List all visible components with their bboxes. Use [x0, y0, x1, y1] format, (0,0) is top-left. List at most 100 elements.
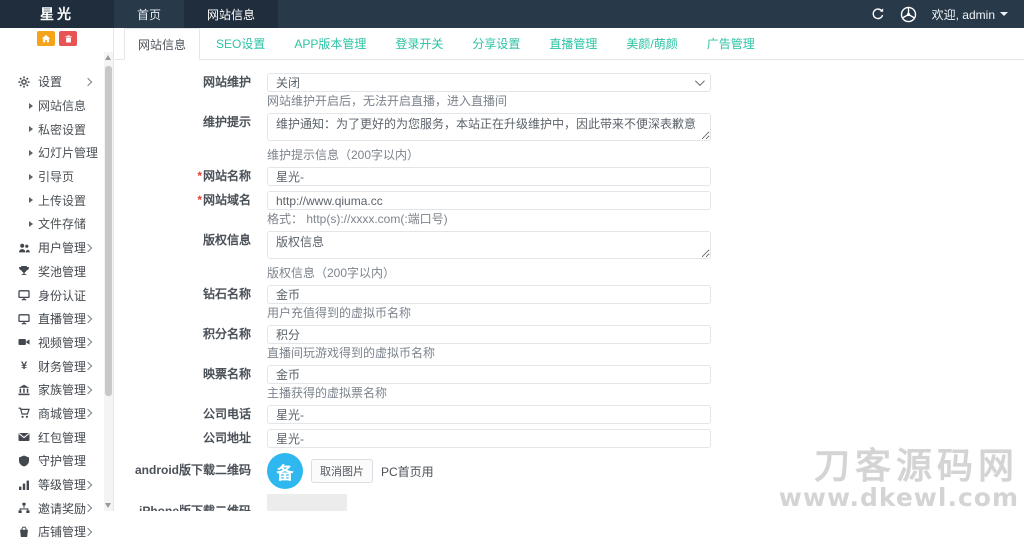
sidebar-item-slideshow[interactable]: 幻灯片管理: [0, 141, 103, 165]
required-marker: *: [197, 169, 202, 183]
tab-beauty[interactable]: 美颜/萌颜: [613, 28, 690, 59]
company-phone-input[interactable]: [267, 405, 711, 424]
sidebar-item-label: 商城管理: [38, 406, 87, 421]
points-name-input[interactable]: [267, 325, 711, 344]
yen-icon: ¥: [20, 360, 28, 373]
field-label: 网站维护: [202, 75, 251, 89]
tab-ad-management[interactable]: 广告管理: [694, 28, 768, 59]
welcome-text: 欢迎, admin: [931, 7, 995, 22]
field-label: *网站域名: [197, 193, 251, 207]
sidebar-item-label: 引导页: [38, 170, 75, 185]
triangle-icon: [29, 220, 33, 227]
tab-share-settings[interactable]: 分享设置: [459, 28, 533, 59]
trophy-icon: [17, 265, 31, 277]
qr-usage-note: PC首页用: [381, 464, 434, 479]
triangle-icon: [29, 126, 33, 133]
form-row-company-phone: 公司电话: [115, 405, 1024, 424]
top-menu-item-home[interactable]: 首页: [114, 0, 184, 28]
sidebar-item-video-management[interactable]: 视频管理: [0, 331, 103, 355]
form-row-points-name: 积分名称 直播间玩游戏得到的虚拟币名称: [115, 325, 1024, 360]
tab-app-version[interactable]: APP版本管理: [281, 28, 379, 59]
cart-icon: [17, 407, 31, 419]
form-row-copyright: 版权信息 版权信息 版权信息（200字以内）: [115, 231, 1024, 280]
company-address-input[interactable]: [267, 429, 711, 448]
sidebar-item-label: 守护管理: [38, 454, 87, 469]
form-row-site-name: *网站名称: [115, 167, 1024, 186]
field-help: 主播获得的虚拟票名称: [267, 386, 388, 400]
tab-seo-settings[interactable]: SEO设置: [203, 28, 278, 59]
sidebar-item-file-storage[interactable]: 文件存储: [0, 212, 103, 236]
android-qr-thumbnail[interactable]: 备: [267, 453, 303, 489]
form-row-diamond-name: 钻石名称 用户充值得到的虚拟币名称: [115, 285, 1024, 320]
wheel-icon[interactable]: [900, 6, 917, 23]
envelope-icon: [17, 431, 31, 443]
monitor-icon: [17, 289, 31, 301]
scrollbar-thumb[interactable]: [105, 66, 112, 396]
sidebar-item-label: 奖池管理: [38, 264, 87, 279]
content-tabs: 网站信息 SEO设置 APP版本管理 登录开关 分享设置 直播管理 美颜/萌颜 …: [115, 28, 1024, 60]
sidebar-item-family-management[interactable]: 家族管理: [0, 378, 103, 402]
copyright-textarea[interactable]: 版权信息: [267, 231, 711, 259]
sidebar-item-upload-settings[interactable]: 上传设置: [0, 188, 103, 212]
tab-live-management[interactable]: 直播管理: [536, 28, 610, 59]
sidebar-item-identity-verify[interactable]: 身份认证: [0, 283, 103, 307]
field-label: 钻石名称: [202, 287, 251, 301]
level-icon: [17, 479, 31, 491]
cancel-image-button[interactable]: 取消图片: [311, 459, 373, 483]
sidebar-item-level-management[interactable]: 等级管理: [0, 473, 103, 497]
sidebar-item-settings[interactable]: 设置: [0, 70, 103, 94]
sidebar-item-label: 直播管理: [38, 312, 87, 327]
trash-button[interactable]: [59, 31, 77, 46]
video-camera-icon: [17, 336, 31, 348]
app-logo[interactable]: 星光: [0, 0, 114, 28]
sidebar-item-invite-reward[interactable]: 邀请奖励: [0, 496, 103, 520]
required-marker: *: [197, 193, 202, 207]
tab-site-info[interactable]: 网站信息: [124, 28, 201, 60]
scroll-down-icon[interactable]: [105, 503, 111, 508]
monitor-icon: [17, 313, 31, 325]
sidebar-item-red-packet[interactable]: 红包管理: [0, 425, 103, 449]
diamond-name-input[interactable]: [267, 285, 711, 304]
field-help: 版权信息（200字以内）: [267, 266, 396, 280]
field-help: 用户充值得到的虚拟币名称: [267, 306, 412, 320]
sidebar-item-label: 文件存储: [38, 217, 87, 232]
sidebar-item-user-management[interactable]: 用户管理: [0, 236, 103, 260]
sidebar-item-live-management[interactable]: 直播管理: [0, 307, 103, 331]
sidebar-menu: 设置 网站信息 私密设置 幻灯片管理 引导页 上传设置 文件存储 用户管理 奖池…: [0, 70, 103, 544]
sidebar-item-mall-management[interactable]: 商城管理: [0, 402, 103, 426]
sidebar-item-guide-page[interactable]: 引导页: [0, 165, 103, 189]
iphone-qr-placeholder[interactable]: [267, 494, 347, 511]
refresh-icon[interactable]: [871, 7, 885, 21]
ticket-name-input[interactable]: [267, 365, 711, 384]
field-label: 版权信息: [202, 233, 251, 247]
site-name-input[interactable]: [267, 167, 711, 186]
sidebar-item-site-info[interactable]: 网站信息: [0, 94, 103, 118]
sidebar-item-guard-management[interactable]: 守护管理: [0, 449, 103, 473]
sidebar-item-finance-management[interactable]: ¥ 财务管理: [0, 354, 103, 378]
sidebar-item-privacy-settings[interactable]: 私密设置: [0, 117, 103, 141]
triangle-icon: [29, 173, 33, 180]
sidebar-item-prize-pool[interactable]: 奖池管理: [0, 260, 103, 284]
form-row-ticket-name: 映票名称 主播获得的虚拟票名称: [115, 365, 1024, 400]
form-row-maintenance: 网站维护 关闭 网站维护开启后，无法开启直播，进入直播间: [115, 73, 1024, 108]
tab-login-switch[interactable]: 登录开关: [382, 28, 456, 59]
sidebar-item-shop-management[interactable]: 店铺管理: [0, 520, 103, 544]
sidebar-item-label: 邀请奖励: [38, 501, 87, 516]
sidebar-item-label: 上传设置: [38, 193, 87, 208]
shield-icon: [17, 455, 31, 467]
site-domain-input[interactable]: [267, 191, 711, 210]
maintenance-tip-textarea[interactable]: 维护通知：为了更好的为您服务，本站正在升级维护中，因此带来不便深表歉意: [267, 113, 711, 141]
gear-icon: [17, 76, 31, 88]
sidebar-scrollbar: [104, 52, 113, 511]
home-button[interactable]: [37, 31, 55, 46]
form-row-iphone-qr: iPhone版下载二维码 取消图片 PC首页用: [115, 494, 1024, 511]
field-label: 映票名称: [202, 367, 251, 381]
user-menu[interactable]: 欢迎, admin: [932, 6, 1008, 23]
field-help: 直播间玩游戏得到的虚拟币名称: [267, 346, 436, 360]
top-menu-item-site-info[interactable]: 网站信息: [184, 0, 279, 28]
field-label: 维护提示: [202, 115, 251, 129]
field-label: 积分名称: [202, 327, 251, 341]
top-navbar: 星光 首页 网站信息 欢迎, admin: [0, 0, 1024, 28]
maintenance-select[interactable]: 关闭: [267, 73, 711, 92]
scroll-up-icon[interactable]: [105, 55, 111, 60]
